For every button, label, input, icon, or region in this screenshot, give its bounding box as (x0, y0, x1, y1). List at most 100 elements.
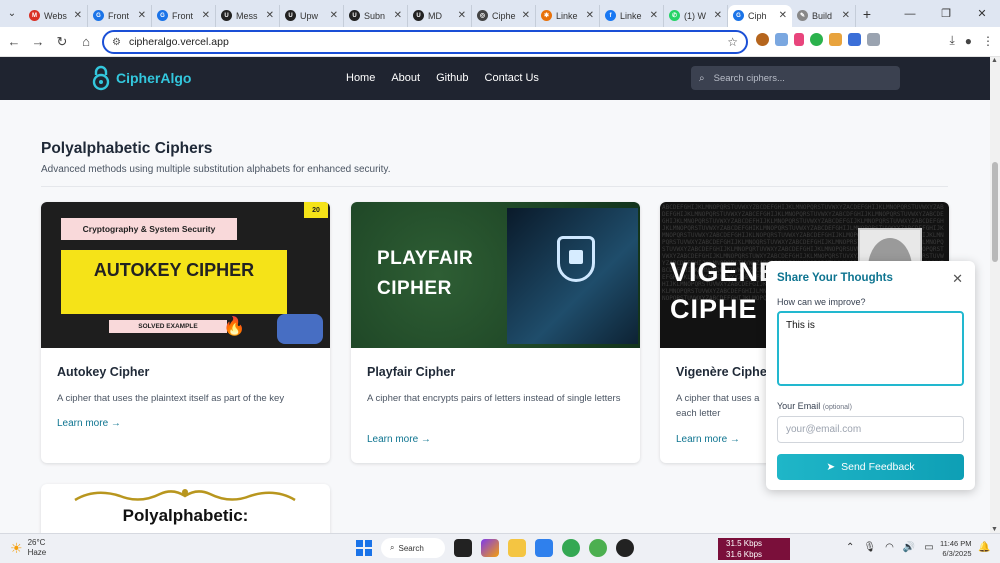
feedback-textarea[interactable]: This is (777, 311, 964, 386)
tab-search-icon[interactable]: ⌄ (0, 0, 24, 27)
volume-icon[interactable]: 🔊 (903, 542, 915, 553)
email-field[interactable] (777, 416, 964, 443)
close-window-icon[interactable]: ✕ (964, 7, 1000, 20)
browser-tab[interactable]: U Subn ✕ (344, 4, 408, 27)
browser-toolbar: ← → ↻ ⌂ ⚙ cipheralgo.vercel.app ☆ ⤓ ● ⋮ (0, 27, 1000, 57)
browser-tab[interactable]: G Ciph ✕ (728, 4, 792, 27)
browser-tab[interactable]: ✆ (1) W ✕ (664, 4, 728, 27)
browser-tab[interactable]: U Mess ✕ (216, 4, 280, 27)
profile-avatar[interactable]: ● (965, 34, 972, 48)
nav-home[interactable]: Home (346, 72, 375, 84)
search-input[interactable] (713, 72, 884, 84)
file-explorer-icon[interactable] (508, 539, 526, 557)
extensions-puzzle-icon[interactable] (867, 33, 880, 46)
learn-more-link[interactable]: Learn more → (676, 434, 740, 445)
weather-temp: 26°C (27, 538, 46, 547)
tab-close-icon[interactable]: ✕ (522, 10, 530, 21)
vscode-icon[interactable] (535, 539, 553, 557)
menu-dots-icon[interactable]: ⋮ (982, 34, 994, 48)
copilot-icon[interactable] (481, 539, 499, 557)
home-icon[interactable]: ⌂ (74, 34, 98, 49)
tab-close-icon[interactable]: ✕ (714, 10, 722, 21)
extension-doc-icon[interactable] (775, 33, 788, 46)
tab-close-icon[interactable]: ✕ (842, 10, 850, 21)
tab-close-icon[interactable]: ✕ (394, 10, 402, 21)
logo-text: CipherAlgo (116, 70, 192, 86)
weather-widget[interactable]: ☀ 26°C Haze (10, 538, 46, 558)
tab-close-icon[interactable]: ✕ (74, 10, 82, 21)
notification-bell-icon[interactable]: 🔔 (978, 542, 990, 553)
forward-icon[interactable]: → (26, 34, 50, 49)
address-bar[interactable]: ⚙ cipheralgo.vercel.app ☆ (102, 30, 748, 54)
learn-more-link[interactable]: Learn more → (367, 434, 431, 445)
cipher-search[interactable]: ⌕ (691, 66, 900, 90)
lock-logo-icon (92, 65, 110, 91)
nav-github[interactable]: Github (436, 72, 468, 84)
security-photo (507, 208, 638, 344)
browser-tab[interactable]: U Upw ✕ (280, 4, 344, 27)
battery-icon[interactable]: ▭ (924, 542, 933, 553)
browser-tab[interactable]: M Webs ✕ (24, 4, 88, 27)
new-tab-button[interactable]: + (856, 6, 878, 22)
system-tray: ⌃ 🎙 ◠ 🔊 ▭ (846, 542, 934, 553)
minimize-icon[interactable]: — (892, 8, 928, 20)
extension-pink-icon[interactable] (794, 33, 804, 46)
task-view-icon[interactable] (454, 539, 472, 557)
tab-close-icon[interactable]: ✕ (330, 10, 338, 21)
tab-close-icon[interactable]: ✕ (650, 10, 658, 21)
download-icon[interactable]: ⤓ (949, 33, 954, 48)
cipher-card-autokey[interactable]: Cryptography & System Security AUTOKEY C… (41, 202, 330, 463)
section-divider (41, 186, 948, 187)
browser-tab[interactable]: G Front ✕ (88, 4, 152, 27)
browser-tab[interactable]: ✎ Build ✕ (792, 4, 856, 27)
scroll-up-icon[interactable]: ▲ (991, 57, 998, 64)
restore-icon[interactable]: ❐ (928, 7, 964, 20)
cipher-card-playfair[interactable]: PLAYFAIR CIPHER Playfair Cipher A cipher… (351, 202, 640, 463)
send-feedback-button[interactable]: ➤ Send Feedback (777, 454, 964, 480)
browser-tab[interactable]: ✱ Linke ✕ (536, 4, 600, 27)
app-icon[interactable] (616, 539, 634, 557)
reload-icon[interactable]: ↻ (50, 34, 74, 50)
site-info-icon[interactable]: ⚙ (112, 37, 121, 48)
site-logo[interactable]: CipherAlgo (90, 65, 191, 91)
address-url[interactable]: cipheralgo.vercel.app (129, 36, 727, 48)
nav-contact[interactable]: Contact Us (485, 72, 539, 84)
browser-tab[interactable]: G Front ✕ (152, 4, 216, 27)
nav-about[interactable]: About (391, 72, 420, 84)
browser-tab[interactable]: U MD ✕ (408, 4, 472, 27)
search-icon: ⌕ (699, 72, 705, 84)
tab-close-icon[interactable]: ✕ (779, 10, 787, 21)
scrollbar-thumb[interactable] (992, 162, 998, 262)
system-clock[interactable]: 11:46 PM 6/3/2025 (940, 539, 972, 559)
extension-clipboard-icon[interactable] (848, 33, 861, 46)
tab-close-icon[interactable]: ✕ (138, 10, 146, 21)
scroll-down-icon[interactable]: ▼ (991, 526, 998, 533)
wifi-icon[interactable]: ◠ (885, 542, 894, 553)
chrome-icon[interactable] (562, 539, 580, 557)
tray-chevron-icon[interactable]: ⌃ (846, 542, 854, 553)
windows-start-icon[interactable] (356, 540, 372, 556)
page-scrollbar[interactable]: ▲ ▼ (990, 57, 1000, 533)
chrome-profile-icon[interactable] (589, 539, 607, 557)
tab-close-icon[interactable]: ✕ (202, 10, 210, 21)
tab-label: Front (172, 10, 194, 21)
close-icon[interactable]: ✕ (952, 271, 963, 287)
tab-close-icon[interactable]: ✕ (458, 10, 466, 21)
taskbar-search[interactable]: ⌕ Search (381, 538, 445, 558)
padlock-icon (277, 314, 323, 344)
tab-close-icon[interactable]: ✕ (586, 10, 594, 21)
extension-cookie-icon[interactable] (756, 33, 769, 46)
bookmark-star-icon[interactable]: ☆ (727, 35, 738, 49)
tab-favicon-icon: ✱ (541, 10, 552, 21)
tab-close-icon[interactable]: ✕ (266, 10, 274, 21)
learn-more-link[interactable]: Learn more → (57, 418, 121, 429)
tab-label: Ciphe (492, 10, 516, 21)
extension-grid-icon[interactable] (829, 33, 842, 46)
extension-green-icon[interactable] (810, 33, 823, 46)
browser-tab[interactable]: f Linke ✕ (600, 4, 664, 27)
microphone-icon[interactable]: 🎙 (863, 542, 876, 553)
browser-tab[interactable]: ◎ Ciphe ✕ (472, 4, 536, 27)
cipher-card-polyalphabetic[interactable]: Polyalphabetic: (41, 484, 330, 533)
back-icon[interactable]: ← (2, 34, 26, 49)
weather-sun-icon: ☀ (10, 539, 23, 556)
